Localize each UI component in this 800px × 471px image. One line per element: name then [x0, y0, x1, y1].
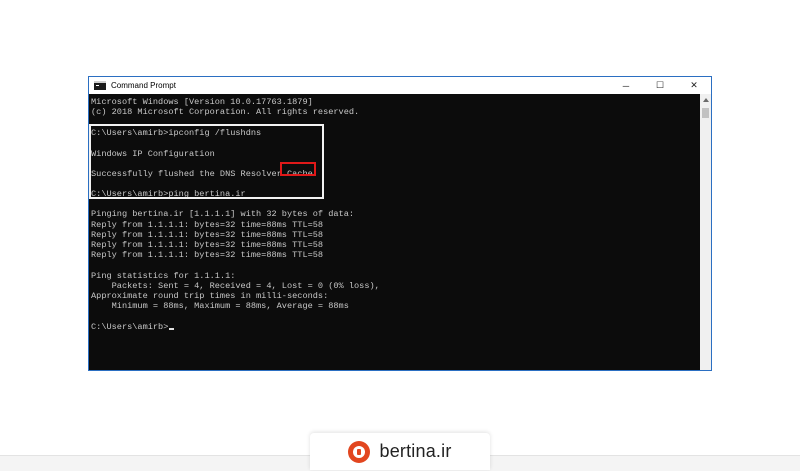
- console-line: Reply from 1.1.1.1: bytes=32 time=88ms T…: [91, 250, 324, 260]
- console-line: Reply from 1.1.1.1: bytes=32 time=88ms T…: [91, 230, 324, 240]
- console-line: Approximate round trip times in milli-se…: [91, 291, 329, 301]
- console-line: Reply from 1.1.1.1: bytes=32 time=88ms T…: [91, 240, 324, 250]
- vertical-scrollbar[interactable]: [700, 94, 711, 370]
- command-prompt-window: Command Prompt ─ ☐ ✕ Microsoft Windows […: [89, 77, 711, 370]
- cache-highlight-box: [280, 162, 316, 176]
- minimize-icon: ─: [622, 80, 630, 91]
- console-output[interactable]: Microsoft Windows [Version 10.0.17763.18…: [89, 94, 700, 370]
- console-line: Pinging bertina.ir [1.1.1.1] with 32 byt…: [91, 209, 355, 219]
- window-title: Command Prompt: [111, 81, 176, 90]
- console-line: Reply from 1.1.1.1: bytes=32 time=88ms T…: [91, 220, 324, 230]
- close-button[interactable]: ✕: [677, 77, 711, 94]
- close-icon: ✕: [690, 80, 698, 90]
- bertina-logo-icon: [348, 440, 371, 463]
- terminal-icon: [94, 81, 106, 90]
- text-cursor: [169, 328, 175, 330]
- scroll-thumb[interactable]: [702, 108, 709, 118]
- prompt-text: C:\Users\amirb>: [91, 322, 169, 332]
- title-bar[interactable]: Command Prompt ─ ☐ ✕: [89, 77, 711, 94]
- minimize-button[interactable]: ─: [609, 77, 643, 94]
- console-line: Packets: Sent = 4, Received = 4, Lost = …: [91, 281, 380, 291]
- console-line: (c) 2018 Microsoft Corporation. All righ…: [91, 107, 360, 117]
- console-line: Ping statistics for 1.1.1.1:: [91, 271, 236, 281]
- maximize-icon: ☐: [655, 80, 665, 90]
- command-prompt-line[interactable]: C:\Users\amirb>: [91, 322, 175, 332]
- window-controls: ─ ☐ ✕: [609, 77, 711, 94]
- brand-name: bertina.ir: [379, 441, 452, 461]
- maximize-button[interactable]: ☐: [643, 77, 677, 94]
- brand-badge: bertina.ir: [310, 433, 490, 470]
- console-line: Minimum = 88ms, Maximum = 88ms, Average …: [91, 301, 349, 311]
- scroll-up-arrow-icon[interactable]: [700, 94, 711, 106]
- console-line: Microsoft Windows [Version 10.0.17763.18…: [91, 97, 313, 107]
